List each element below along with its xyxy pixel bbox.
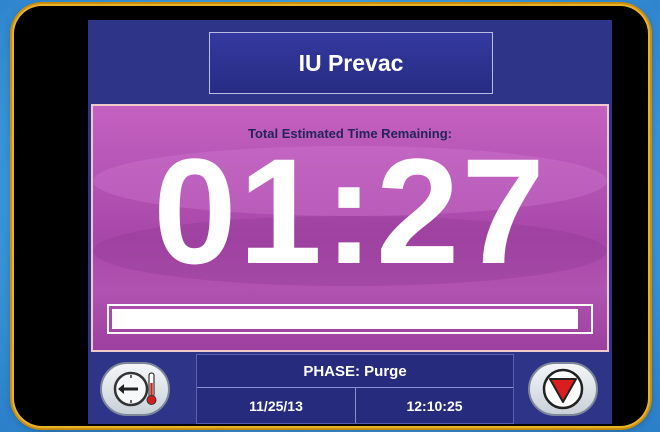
touch-screen: IU Prevac Total Estimated Time Remaining… <box>88 20 612 424</box>
cycle-progress-bar <box>107 304 593 334</box>
cycle-title: IU Prevac <box>209 32 493 94</box>
time-remaining-panel: Total Estimated Time Remaining: 01:27 <box>91 104 609 352</box>
cycle-title-text: IU Prevac <box>298 49 404 76</box>
stop-triangle-icon <box>542 368 584 410</box>
stop-button[interactable] <box>528 362 598 416</box>
gauge-button[interactable] <box>100 362 170 416</box>
bottom-bar: PHASE: Purge 11/25/13 12:10:25 <box>88 354 612 424</box>
phase-label: PHASE: Purge <box>303 363 407 380</box>
time-remaining-value: 01:27 <box>153 127 547 295</box>
gauge-thermometer-icon <box>113 371 157 407</box>
phase-info-panel: PHASE: Purge 11/25/13 12:10:25 <box>196 354 514 424</box>
cycle-progress-fill <box>112 309 578 329</box>
clock-display: 12:10:25 <box>406 398 463 414</box>
date-display: 11/25/13 <box>249 398 303 414</box>
device-bezel: IU Prevac Total Estimated Time Remaining… <box>14 6 648 426</box>
